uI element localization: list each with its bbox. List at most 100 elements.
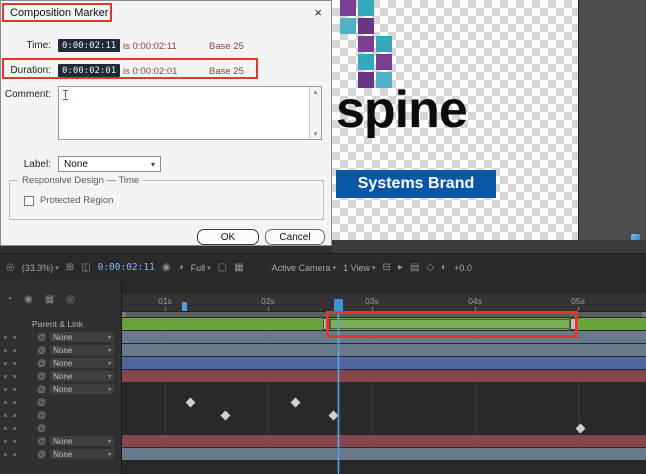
- layer-duration-bar[interactable]: [122, 448, 646, 460]
- track-row: [122, 448, 646, 460]
- layer-switches[interactable]: [4, 440, 7, 443]
- parent-link-dropdown[interactable]: None▾: [50, 332, 114, 342]
- parent-pickwhip-icon[interactable]: @: [37, 409, 46, 421]
- ruler-tick: [165, 307, 166, 311]
- parent-link-dropdown[interactable]: None▾: [50, 345, 114, 355]
- layer-switches[interactable]: [4, 362, 7, 365]
- time-ruler[interactable]: 01s02s03s04s05s: [122, 294, 646, 312]
- parent-link-dropdown[interactable]: None ▾: [50, 358, 114, 368]
- track-row: [122, 422, 646, 434]
- parent-link-dropdown[interactable]: None▾: [50, 371, 114, 381]
- comment-scrollbar[interactable]: ▴ ▾: [309, 87, 321, 139]
- chevron-down-icon: ▾: [207, 264, 211, 272]
- cancel-button[interactable]: Cancel: [265, 229, 325, 245]
- parent-pickwhip-icon[interactable]: @: [37, 422, 46, 434]
- layer-duration-bar[interactable]: [122, 344, 646, 356]
- current-time-display[interactable]: 0:00:02:11: [98, 262, 155, 273]
- logo-text: spine: [336, 80, 467, 140]
- ruler-tick: [372, 307, 373, 311]
- comment-textarea[interactable]: ▴ ▾: [58, 86, 322, 140]
- parent-pickwhip-icon[interactable]: @: [37, 331, 46, 343]
- mask-visibility-icon[interactable]: ◫: [81, 262, 90, 273]
- layer-switches[interactable]: [4, 375, 7, 378]
- parent-link-value: None: [53, 359, 72, 368]
- layer-switches[interactable]: [4, 401, 7, 404]
- camera-dropdown[interactable]: Active Camera ▾: [272, 263, 337, 273]
- grid-guides-icon[interactable]: ⊞: [66, 262, 74, 273]
- brand-banner-text: Systems Brand: [358, 175, 475, 193]
- scroll-up-icon[interactable]: ▴: [310, 88, 321, 96]
- current-time-indicator[interactable]: [338, 312, 339, 474]
- parent-pickwhip-icon[interactable]: @: [37, 383, 46, 395]
- region-of-interest-icon[interactable]: ▢: [218, 262, 227, 273]
- timeline-button-icon[interactable]: ▤: [410, 262, 419, 273]
- marker-duration-span[interactable]: [330, 319, 570, 329]
- track-row: [122, 370, 646, 382]
- magnification-dropdown[interactable]: (33.3%) ▾: [22, 263, 59, 273]
- chevron-down-icon: ▾: [108, 360, 111, 367]
- brand-banner: Systems Brand: [336, 170, 496, 198]
- text-caret: [63, 90, 68, 100]
- layer-switches[interactable]: [4, 427, 7, 430]
- pixel-aspect-icon[interactable]: ⊟: [382, 262, 390, 273]
- parent-pickwhip-icon[interactable]: @: [37, 435, 46, 447]
- motion-blur-icon[interactable]: ◉: [24, 294, 33, 305]
- timeline-panel: ◔◉▦◎ Parent & Link@None▾@None▾@None▾@Non…: [0, 281, 646, 474]
- graph-editor-icon[interactable]: ▦: [45, 294, 54, 305]
- exposure-value[interactable]: +0.0: [454, 263, 472, 273]
- parent-link-dropdown[interactable]: None▾: [50, 384, 114, 394]
- work-area-bar[interactable]: [122, 312, 646, 317]
- marker-start-handle[interactable]: 1: [323, 318, 330, 330]
- parent-pickwhip-icon[interactable]: @: [37, 370, 46, 382]
- dialog-title: Composition Marker: [10, 7, 108, 19]
- layer-duration-bar[interactable]: [122, 357, 646, 369]
- time-value-field[interactable]: 0:00:02:11: [58, 39, 120, 52]
- zoom-icon[interactable]: ◎: [6, 262, 15, 273]
- marker-end-handle[interactable]: [570, 318, 577, 330]
- keyframe-icon[interactable]: [220, 410, 230, 420]
- parent-link-column-header[interactable]: Parent & Link: [4, 319, 83, 329]
- fast-preview-icon[interactable]: ▸: [398, 262, 403, 273]
- ruler-label: 02s: [261, 296, 275, 306]
- parent-pickwhip-icon[interactable]: @: [37, 357, 46, 369]
- composition-viewport: spine Systems Brand: [332, 0, 578, 240]
- keyframe-icon[interactable]: [575, 423, 585, 433]
- keyframe-icon[interactable]: [185, 397, 195, 407]
- keyframe-icon[interactable]: [328, 410, 338, 420]
- transform-icon[interactable]: ◎: [66, 294, 75, 305]
- playhead-handle[interactable]: [334, 299, 343, 312]
- layer-switches[interactable]: [4, 414, 7, 417]
- reset-exposure-icon[interactable]: ◐: [441, 262, 447, 273]
- layer-duration-bar[interactable]: [122, 435, 646, 447]
- label-dropdown[interactable]: None ▾: [58, 156, 161, 172]
- layer-duration-bar[interactable]: [122, 370, 646, 382]
- scroll-down-icon[interactable]: ▾: [310, 130, 321, 138]
- logo-pixel-square: [358, 54, 374, 70]
- parent-pickwhip-icon[interactable]: @: [37, 448, 46, 460]
- show-channel-icon[interactable]: ◑: [178, 262, 184, 273]
- parent-link-dropdown[interactable]: None▾: [50, 449, 114, 459]
- layer-switches[interactable]: [4, 336, 7, 339]
- view-layout-dropdown[interactable]: 1 View ▾: [343, 263, 375, 273]
- quality-icon[interactable]: ◔: [6, 294, 12, 305]
- layer-switches[interactable]: [4, 388, 7, 391]
- flowchart-icon[interactable]: ◇: [426, 262, 434, 273]
- marker-tick-icon[interactable]: [182, 302, 187, 311]
- ok-button[interactable]: OK: [197, 229, 259, 245]
- parent-pickwhip-icon[interactable]: @: [37, 396, 46, 408]
- transparency-grid-icon[interactable]: ▦: [234, 262, 243, 273]
- parent-pickwhip-icon[interactable]: @: [37, 344, 46, 356]
- protected-region-checkbox[interactable]: [24, 196, 34, 206]
- track-row: [122, 331, 646, 343]
- duration-value-field[interactable]: 0:00:02:01: [58, 64, 120, 77]
- comment-label: Comment:: [1, 89, 51, 100]
- layer-controls-rows: Parent & Link@None▾@None▾@None▾@None▾@No…: [0, 318, 122, 461]
- close-icon[interactable]: ×: [314, 5, 322, 20]
- layer-duration-bar[interactable]: [122, 331, 646, 343]
- layer-switches[interactable]: [4, 349, 7, 352]
- resolution-dropdown[interactable]: Full ▾: [191, 263, 211, 273]
- keyframe-icon[interactable]: [290, 397, 300, 407]
- layer-switches[interactable]: [4, 453, 7, 456]
- parent-link-dropdown[interactable]: None▾: [50, 436, 114, 446]
- snapshot-icon[interactable]: ◉: [162, 262, 171, 273]
